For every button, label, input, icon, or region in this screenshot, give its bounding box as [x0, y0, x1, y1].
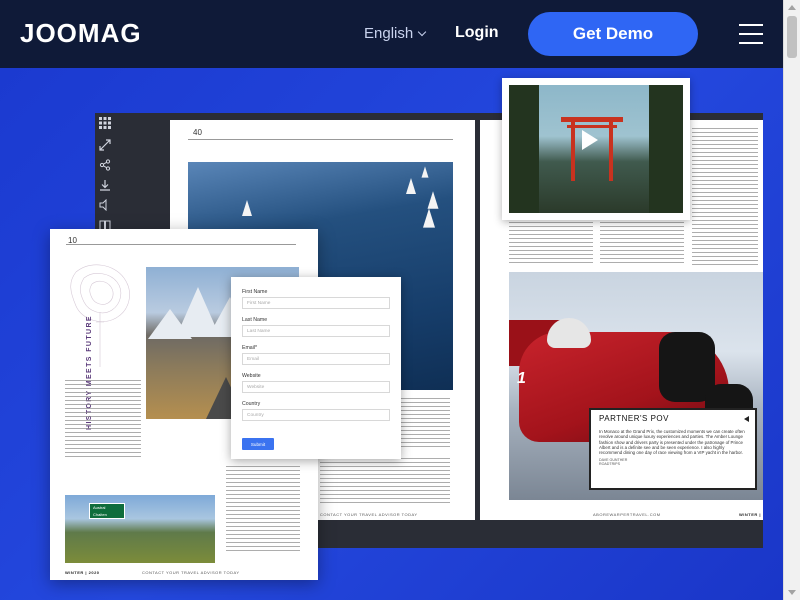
language-selector[interactable]: English [364, 25, 427, 42]
page-number: 40 [193, 128, 202, 137]
fullscreen-icon[interactable] [99, 139, 111, 151]
article-text [692, 128, 758, 266]
last-name-input[interactable]: Last Name [242, 325, 390, 337]
article-text [600, 222, 684, 266]
email-input[interactable]: Email [242, 353, 390, 365]
country-label: Country [242, 401, 261, 407]
road-sign-photo: Austral Chaiten [65, 495, 215, 563]
play-icon[interactable] [582, 130, 598, 150]
page-footer-site: ABOREWARPERTRAVEL.COM [593, 512, 661, 517]
article-text [226, 466, 300, 554]
scroll-up-arrow-icon[interactable] [788, 5, 796, 10]
article-text [509, 222, 593, 266]
hamburger-menu-icon[interactable] [739, 24, 763, 44]
first-name-input[interactable]: First Name [242, 297, 390, 309]
page-rule [66, 244, 296, 245]
sign-austral: Austral [93, 505, 106, 510]
contact-form: First Name First Name Last Name Last Nam… [231, 277, 401, 459]
partner-pov-role: ROADTRIPS [599, 462, 620, 467]
page-scrollbar[interactable] [783, 0, 800, 600]
site-header: JOOMAG English Login Get Demo [0, 0, 783, 68]
joomag-logo[interactable]: JOOMAG [20, 18, 142, 49]
login-link[interactable]: Login [455, 24, 499, 42]
first-name-label: First Name [242, 289, 268, 295]
partner-pov-box: PARTNER'S POV In Monaco at the Grand Pri… [589, 408, 757, 490]
get-demo-button[interactable]: Get Demo [528, 12, 698, 56]
article-text [65, 380, 141, 460]
video-thumbnail[interactable] [502, 78, 690, 220]
sound-icon[interactable] [99, 199, 111, 211]
car-number: 1 [517, 370, 526, 387]
download-icon[interactable] [99, 179, 111, 191]
share-icon[interactable] [99, 159, 111, 171]
floating-page-footer: WINTER | 2020 [65, 570, 100, 575]
topographic-illustration [70, 264, 130, 367]
submit-button[interactable]: Submit [242, 438, 274, 450]
website-input[interactable]: Website [242, 381, 390, 393]
triangle-left-icon [744, 416, 749, 422]
country-input[interactable]: Country [242, 409, 390, 421]
page-rule [188, 139, 453, 140]
partner-pov-quote: In Monaco at the Grand Prix, the customi… [599, 429, 745, 456]
sign-chaiten: Chaiten [93, 512, 107, 517]
last-name-label: Last Name [242, 317, 268, 323]
grid-icon[interactable] [99, 117, 111, 129]
floating-page-footer-cta: CONTACT YOUR TRAVEL ADVISOR TODAY [142, 570, 240, 575]
page-footer: CONTACT YOUR TRAVEL ADVISOR TODAY [320, 512, 418, 517]
page-footer-issue: WINTER | [739, 512, 762, 517]
website-label: Website [242, 373, 261, 379]
article-text [320, 458, 450, 503]
scroll-down-arrow-icon[interactable] [788, 590, 796, 595]
chevron-down-icon [417, 27, 427, 37]
language-label: English [364, 25, 414, 42]
partner-pov-title: PARTNER'S POV [599, 414, 669, 423]
scroll-thumb[interactable] [787, 16, 797, 58]
email-label: Email* [242, 345, 257, 351]
